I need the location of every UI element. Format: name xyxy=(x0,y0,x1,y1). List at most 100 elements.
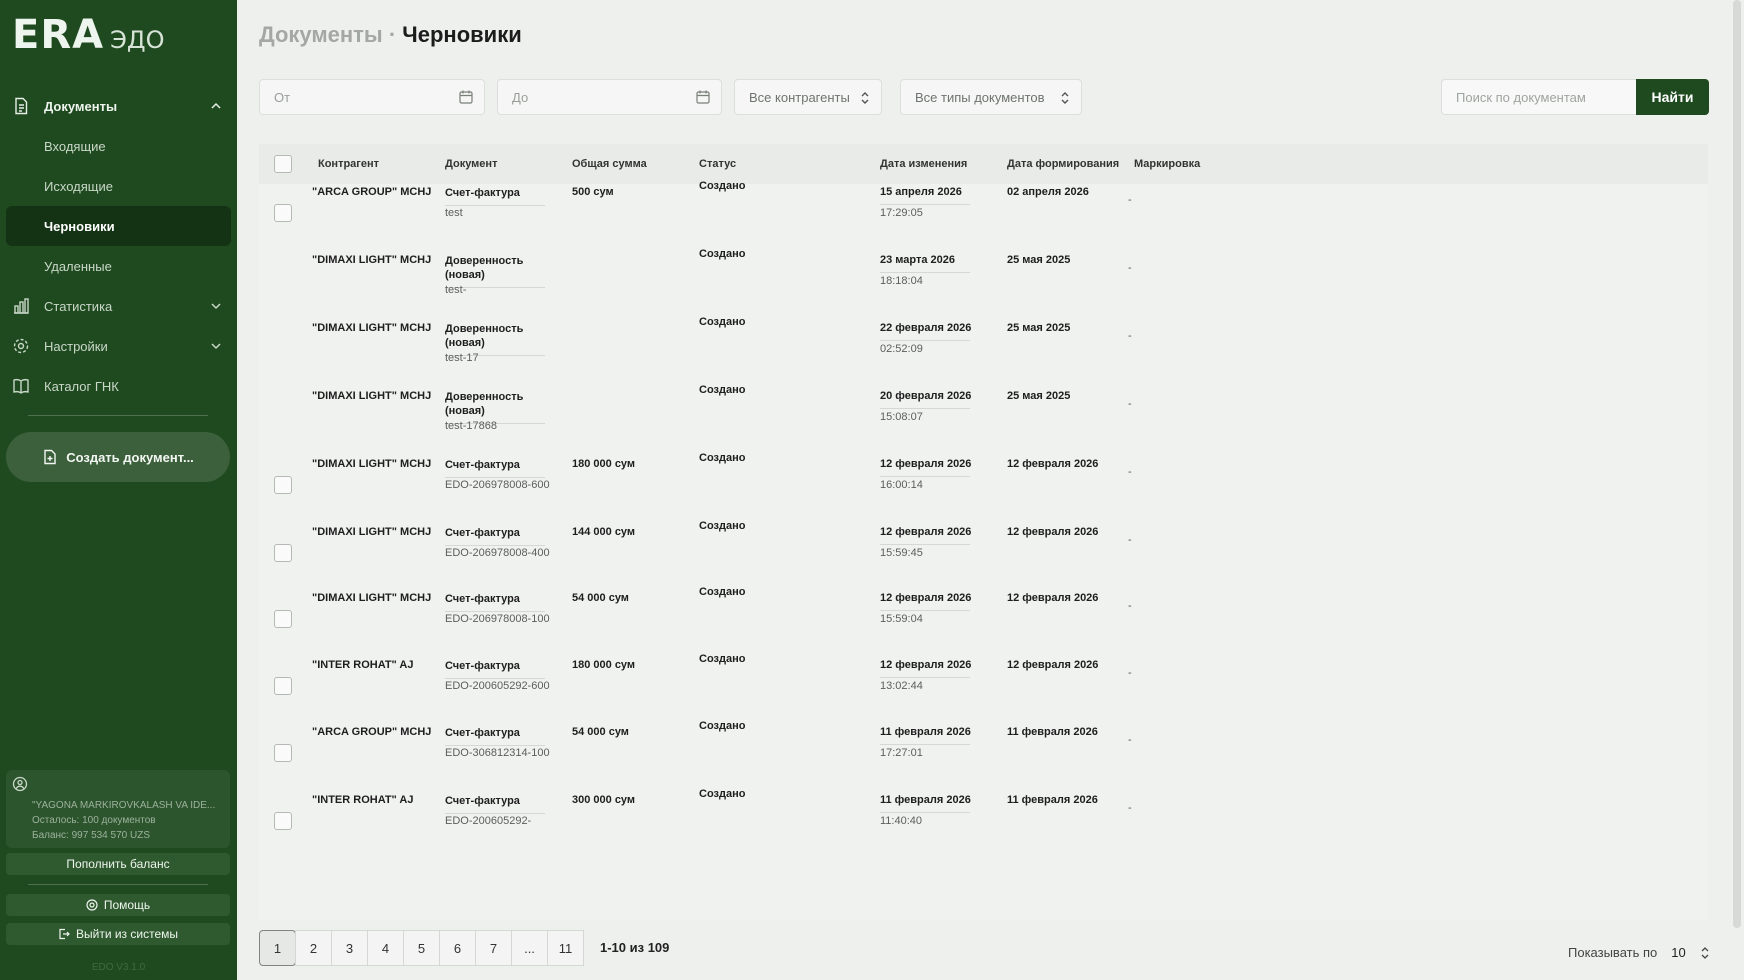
table-row[interactable]: "ARCA GROUP" MCHJ Счет-фактура test 500 сум… xyxy=(259,180,1708,250)
table-row[interactable]: "ARCA GROUP" MCHJ Счет-фактура EDO-3068123… xyxy=(259,720,1708,790)
table-row[interactable]: "DIMAXI LIGHT" MCHJ Счет-фактура EDO-20697… xyxy=(259,520,1708,590)
row-document-type[interactable]: Счет-фактура xyxy=(445,458,545,478)
create-document-button[interactable]: Создать документ... xyxy=(6,432,230,482)
row-checkbox[interactable] xyxy=(274,610,292,628)
column-header-contractor[interactable]: Контрагент xyxy=(318,158,379,170)
page-button[interactable]: 4 xyxy=(367,930,404,966)
row-sum: 54 000 сум xyxy=(572,592,629,604)
contractor-select[interactable]: Все контрагенты xyxy=(734,79,882,115)
row-document-number: EDO-200605292- xyxy=(445,815,532,827)
bar-chart-icon xyxy=(14,298,29,314)
row-formed-date: 12 февраля 2026 xyxy=(1007,592,1099,604)
row-document-type[interactable]: Доверенность (новая) xyxy=(445,254,545,288)
row-document-number: test- xyxy=(445,284,467,296)
column-header-marking[interactable]: Маркировка xyxy=(1134,158,1200,170)
chevron-down-icon[interactable] xyxy=(209,339,223,353)
page-button[interactable]: 7 xyxy=(475,930,512,966)
column-header-changed-date[interactable]: Дата изменения xyxy=(880,158,967,170)
logout-label: Выйти из системы xyxy=(75,927,179,941)
select-all-checkbox[interactable] xyxy=(274,155,292,173)
sidebar-nav: Документы Входящие Исходящие Черновики У… xyxy=(0,86,237,406)
row-changed-date: 20 февраля 2026 xyxy=(880,390,971,409)
logo[interactable]: ERA ЭДО xyxy=(12,12,165,58)
row-status: Создано xyxy=(699,720,746,732)
table-row[interactable]: "DIMAXI LIGHT" MCHJ Доверенность (новая) t… xyxy=(259,316,1708,386)
sidebar-divider-bottom xyxy=(28,884,208,885)
account-remaining: Осталось: 100 документов xyxy=(32,815,156,826)
date-to-field[interactable]: До xyxy=(497,79,722,115)
date-from-field[interactable]: От xyxy=(259,79,485,115)
logo-suffix: ЭДО xyxy=(110,26,165,54)
row-marking: - xyxy=(1128,600,1132,612)
row-changed-time: 17:29:05 xyxy=(880,207,923,219)
topup-balance-button[interactable]: Пополнить баланс xyxy=(6,853,230,875)
chevron-up-icon[interactable] xyxy=(209,99,223,113)
chevron-down-icon[interactable] xyxy=(209,299,223,313)
pagination-ellipsis: ... xyxy=(511,930,548,966)
sidebar-item-label: Документы xyxy=(44,98,118,114)
table-row[interactable]: "DIMAXI LIGHT" MCHJ Счет-фактура EDO-20697… xyxy=(259,586,1708,656)
account-card: "YAGONA MARKIROVKALASH VA IDE... Осталос… xyxy=(6,770,230,848)
column-header-sum[interactable]: Общая сумма xyxy=(572,158,647,170)
row-checkbox[interactable] xyxy=(274,812,292,830)
breadcrumb-section[interactable]: Документы xyxy=(259,22,383,47)
sidebar-item-settings[interactable]: Настройки xyxy=(0,326,237,366)
sidebar-divider xyxy=(28,415,208,416)
per-page-selector[interactable]: Показывать по 10 xyxy=(1568,945,1710,960)
row-document-type[interactable]: Доверенность (новая) xyxy=(445,390,545,424)
row-checkbox[interactable] xyxy=(274,744,292,762)
table-row[interactable]: "DIMAXI LIGHT" MCHJ Счет-фактура EDO-20697… xyxy=(259,452,1708,522)
calendar-icon[interactable] xyxy=(458,89,474,105)
row-document-type[interactable]: Счет-фактура xyxy=(445,592,545,612)
row-document-type[interactable]: Счет-фактура xyxy=(445,186,545,206)
row-checkbox[interactable] xyxy=(274,544,292,562)
document-icon xyxy=(15,97,28,115)
row-contractor: "DIMAXI LIGHT" MCHJ xyxy=(312,322,432,334)
sidebar-item-catalog[interactable]: Каталог ГНК xyxy=(0,366,237,406)
row-contractor: "DIMAXI LIGHT" MCHJ xyxy=(312,254,432,266)
table-row[interactable]: "DIMAXI LIGHT" MCHJ Доверенность (новая) t… xyxy=(259,384,1708,454)
column-header-formed-date[interactable]: Дата формирования xyxy=(1007,158,1119,170)
document-type-select[interactable]: Все типы документов xyxy=(900,79,1082,115)
page-button[interactable]: 3 xyxy=(331,930,368,966)
row-document-type[interactable]: Доверенность (новая) xyxy=(445,322,545,356)
sidebar-item-outgoing[interactable]: Исходящие xyxy=(0,166,237,206)
page-button[interactable]: 2 xyxy=(295,930,332,966)
row-document-type[interactable]: Счет-фактура xyxy=(445,794,545,814)
row-document-type[interactable]: Счет-фактура xyxy=(445,659,545,679)
row-checkbox[interactable] xyxy=(274,476,292,494)
sidebar-item-documents[interactable]: Документы xyxy=(0,86,237,126)
row-checkbox[interactable] xyxy=(274,204,292,222)
sidebar-item-incoming[interactable]: Входящие xyxy=(0,126,237,166)
row-formed-date: 25 мая 2025 xyxy=(1007,390,1071,402)
row-status: Создано xyxy=(699,653,746,665)
table-row[interactable]: "INTER ROHAT" AJ Счет-фактура EDO-20060529… xyxy=(259,788,1708,858)
contractor-select-value: Все контрагенты xyxy=(749,89,850,105)
table-row[interactable]: "INTER ROHAT" AJ Счет-фактура EDO-20060529… xyxy=(259,653,1708,723)
row-status: Создано xyxy=(699,520,746,532)
page-button[interactable]: 5 xyxy=(403,930,440,966)
column-header-status[interactable]: Статус xyxy=(699,158,736,170)
row-document-type[interactable]: Счет-фактура xyxy=(445,726,545,746)
help-button[interactable]: Помощь xyxy=(6,894,230,916)
page-button[interactable]: 1 xyxy=(259,930,296,966)
row-marking: - xyxy=(1128,194,1132,206)
search-input[interactable] xyxy=(1441,79,1636,115)
row-checkbox[interactable] xyxy=(274,677,292,695)
row-document-type[interactable]: Счет-фактура xyxy=(445,526,545,546)
find-button[interactable]: Найти xyxy=(1636,79,1709,115)
logout-button[interactable]: Выйти из системы xyxy=(6,923,230,945)
sidebar-item-deleted[interactable]: Удаленные xyxy=(0,246,237,286)
page-button[interactable]: 11 xyxy=(547,930,584,966)
table-row[interactable]: "DIMAXI LIGHT" MCHJ Доверенность (новая) t… xyxy=(259,248,1708,318)
logout-icon xyxy=(59,928,70,940)
calendar-icon[interactable] xyxy=(695,89,711,105)
page-scrollbar[interactable] xyxy=(1733,0,1741,928)
sort-arrows-icon xyxy=(861,92,869,104)
column-header-document[interactable]: Документ xyxy=(445,158,497,170)
row-contractor: "DIMAXI LIGHT" MCHJ xyxy=(312,390,432,402)
sidebar-item-statistics[interactable]: Статистика xyxy=(0,286,237,326)
row-changed-date: 12 февраля 2026 xyxy=(880,592,971,611)
page-button[interactable]: 6 xyxy=(439,930,476,966)
sidebar-item-drafts[interactable]: Черновики xyxy=(6,206,231,246)
